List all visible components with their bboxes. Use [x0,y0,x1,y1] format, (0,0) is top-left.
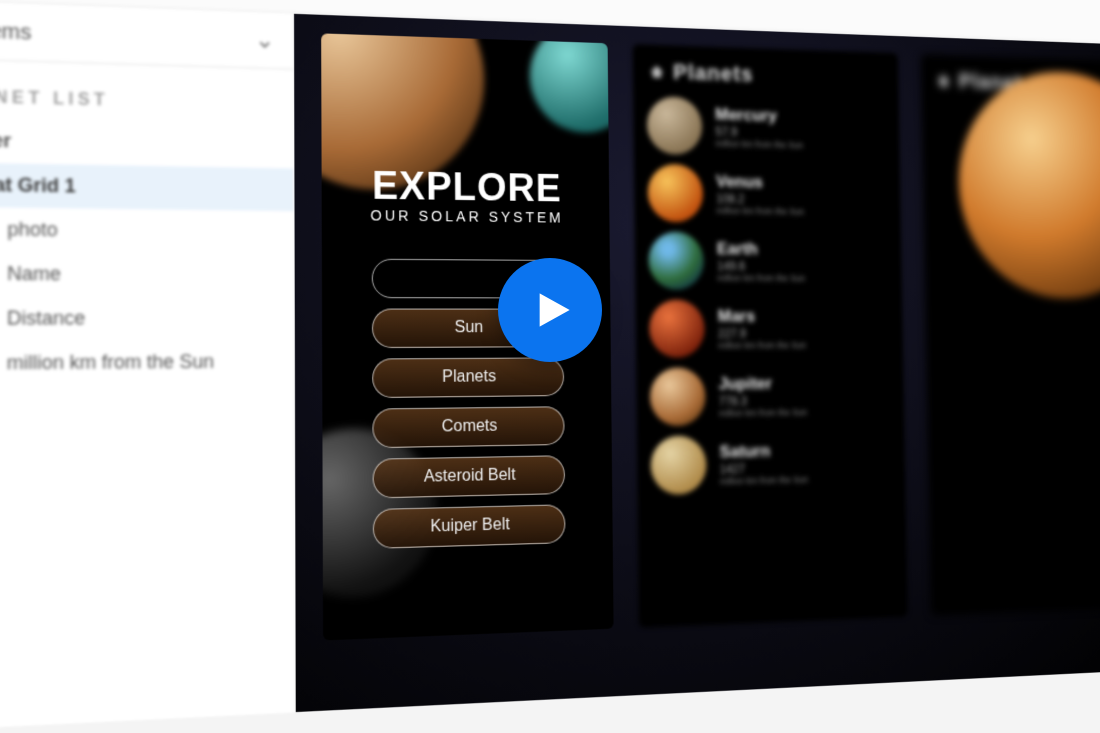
home-icon[interactable] [650,66,663,78]
menu-comets[interactable]: Comets [372,406,564,448]
planet-name: Jupiter [719,374,807,395]
planet-distance: 227.9 [718,326,806,340]
chevron-down-icon [257,34,272,49]
artboard-planet-detail[interactable]: Planets [921,54,1100,616]
hero-title: EXPLORE [322,164,610,212]
planet-unit: million km from the Sun [717,273,805,283]
planet-thumb [647,164,703,222]
layer-header[interactable]: header [0,117,293,168]
dropdown-label: All Items [0,18,31,46]
layers-panel: All Items PLANET LIST header Repeat Grid… [0,0,296,731]
planet-thumb [647,96,703,155]
list-header: Planets [633,44,899,99]
play-icon [533,290,573,330]
planet-row[interactable]: Jupiter778.3million km from the Sun [650,366,892,426]
planet-distance: 149.6 [717,259,805,273]
layer-distance[interactable]: T Distance [0,296,294,341]
planet-distance: 108.2 [716,192,804,207]
planet-thumb [648,232,704,290]
planet-text: Earth149.6million km from the Sun [717,239,805,283]
layer-label: Distance [7,307,85,330]
design-canvas[interactable]: EXPLORE OUR SOLAR SYSTEM Sun Planets Com… [294,14,1100,712]
planet-text: Mercury57.9million km from the Sun [715,105,803,150]
planet-name: Saturn [719,441,807,463]
planet-thumb [649,300,705,358]
layer-repeat-grid[interactable]: Repeat Grid 1 [0,162,293,211]
planet-thumb [650,436,706,496]
layer-unit[interactable]: T million km from the Sun [0,340,294,386]
layer-label: million km from the Sun [7,351,214,375]
planet-hero-image [957,69,1100,299]
planet-name: Earth [717,239,805,259]
layer-name[interactable]: T Name [0,251,294,297]
planet-row[interactable]: Earth149.6million km from the Sun [648,232,889,291]
layer-photo[interactable]: photo [0,207,294,254]
planet-name: Venus [716,172,804,193]
planet-name: Mercury [715,105,803,127]
layer-label: Name [7,263,61,286]
menu-kuiper[interactable]: Kuiper Belt [373,504,566,549]
planet-thumb [650,368,706,427]
layer-label: photo [7,218,58,241]
menu-planets[interactable]: Planets [372,357,564,398]
planet-row[interactable]: Mars227.9million km from the Sun [649,300,890,358]
artboard-planet-list[interactable]: Planets Mercury57.9million km from the S… [633,44,908,627]
planet-unit: million km from the Sun [715,138,803,150]
planet-unit: million km from the Sun [720,474,808,486]
list-title: Planets [673,59,754,87]
planet-name: Mars [718,307,806,327]
planet-row[interactable]: Mercury57.9million km from the Sun [647,96,887,159]
home-icon[interactable] [937,75,950,87]
section-label: PLANET LIST [0,59,293,126]
play-button[interactable] [498,258,602,362]
planet-unit: million km from the Sun [716,206,804,217]
planet-unit: million km from the Sun [719,407,807,418]
planet-row[interactable]: Venus108.2million km from the Sun [647,164,888,225]
planet-distance: 778.3 [719,393,807,408]
planet-text: Venus108.2million km from the Sun [716,172,804,217]
planet-text: Saturn1427million km from the Sun [719,441,808,487]
menu-asteroid[interactable]: Asteroid Belt [373,455,566,498]
planet-text: Mars227.9million km from the Sun [718,307,807,351]
planet-row[interactable]: Saturn1427million km from the Sun [650,433,892,496]
planet-unit: million km from the Sun [718,340,806,350]
planet-text: Jupiter778.3million km from the Sun [719,374,808,419]
